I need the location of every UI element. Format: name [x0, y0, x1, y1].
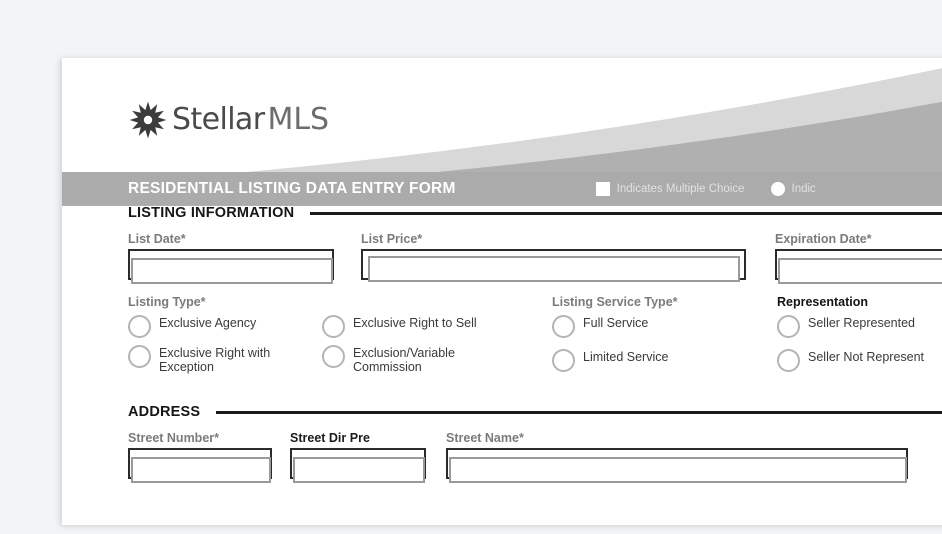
- legend-label: Indic: [791, 182, 816, 195]
- radio-label: Exclusive Right to Sell: [353, 316, 477, 330]
- legend: Indicates Multiple Choice Indic: [595, 181, 842, 196]
- circle-swatch-icon: [770, 181, 785, 196]
- choice-group-listing-service-type: Listing Service Type* Full Service Limit…: [552, 295, 777, 380]
- radio-option-exclusive-right-with-exception[interactable]: Exclusive Right with Exception: [128, 344, 322, 374]
- list-date-input[interactable]: [128, 249, 334, 284]
- radio-option-limited-service[interactable]: Limited Service: [552, 348, 777, 372]
- radio-icon[interactable]: [322, 345, 345, 368]
- field-expiration-date: Expiration Date*: [775, 232, 942, 284]
- brand-name-primary: Stellar: [172, 102, 265, 137]
- radio-option-exclusion-variable-commission[interactable]: Exclusion/Variable Commission: [322, 344, 552, 374]
- section-divider: [216, 410, 942, 414]
- starburst-icon: [129, 101, 167, 139]
- radio-option-full-service[interactable]: Full Service: [552, 314, 777, 338]
- radio-icon[interactable]: [552, 315, 575, 338]
- brand-wordmark: Stellar MLS: [172, 105, 329, 135]
- field-street-name: Street Name*: [446, 431, 908, 483]
- radio-label: Full Service: [583, 316, 649, 330]
- choice-group-title: Listing Service Type*: [552, 295, 678, 309]
- form-page-sheet: Stellar MLS RESIDENTIAL LISTING DATA ENTR…: [62, 58, 942, 525]
- page-title: RESIDENTIAL LISTING DATA ENTRY FORM: [128, 179, 456, 197]
- field-label: List Date*: [128, 232, 186, 246]
- radio-label: Seller Represented: [808, 316, 916, 330]
- address-field-row: Street Number* Street Dir Pre Street Nam…: [128, 431, 942, 483]
- representation-column: Seller Represented Seller Not Represent: [777, 314, 924, 372]
- street-dir-pre-input[interactable]: [290, 448, 426, 483]
- legend-item-single-choice: Indic: [770, 181, 816, 196]
- field-list-date: List Date*: [128, 232, 334, 284]
- form-body: LISTING INFORMATION List Date* List Pric…: [62, 205, 942, 483]
- field-label: Street Number*: [128, 431, 219, 445]
- section-heading-row: ADDRESS: [128, 404, 942, 420]
- radio-icon[interactable]: [552, 349, 575, 372]
- section-address: ADDRESS Street Number* Street Dir Pre St…: [62, 404, 942, 483]
- radio-icon[interactable]: [128, 345, 151, 368]
- radio-label: Limited Service: [583, 350, 669, 364]
- field-label: Street Name*: [446, 431, 524, 445]
- expiration-date-input[interactable]: [775, 249, 942, 284]
- section-heading-row: LISTING INFORMATION: [128, 205, 942, 221]
- radio-icon[interactable]: [128, 315, 151, 338]
- street-number-input[interactable]: [128, 448, 272, 483]
- listing-service-type-column: Full Service Limited Service: [552, 314, 777, 372]
- radio-option-seller-represented[interactable]: Seller Represented: [777, 314, 924, 338]
- listing-type-column-2: Exclusive Right to Sell Exclusion/Variab…: [322, 314, 552, 380]
- form-title-bar: RESIDENTIAL LISTING DATA ENTRY FORM Indi…: [62, 172, 942, 205]
- field-label: List Price*: [361, 232, 423, 246]
- radio-option-seller-not-represented[interactable]: Seller Not Represent: [777, 348, 924, 372]
- field-street-number: Street Number*: [128, 431, 272, 483]
- brand-logo: Stellar MLS: [128, 100, 329, 140]
- radio-label: Seller Not Represent: [808, 350, 925, 364]
- choice-group-representation: Representation Seller Represented Seller…: [777, 295, 924, 380]
- field-label: Street Dir Pre: [290, 431, 370, 445]
- section-listing-information: LISTING INFORMATION List Date* List Pric…: [62, 205, 942, 380]
- radio-icon[interactable]: [777, 315, 800, 338]
- field-list-price: List Price*: [361, 232, 746, 282]
- listing-info-field-row: List Date* List Price* Expiration Date*: [128, 232, 942, 284]
- brand-name-secondary: MLS: [267, 102, 330, 137]
- radio-label: Exclusive Right with Exception: [159, 346, 271, 374]
- radio-icon[interactable]: [777, 349, 800, 372]
- choice-group-listing-type: Listing Type* Exclusive Agency Exclusive…: [128, 295, 552, 380]
- listing-info-choice-row: Listing Type* Exclusive Agency Exclusive…: [128, 295, 942, 380]
- field-label: Expiration Date*: [775, 232, 872, 246]
- radio-label: Exclusive Agency: [159, 316, 257, 330]
- street-name-input[interactable]: [446, 448, 908, 483]
- field-street-dir-pre: Street Dir Pre: [290, 431, 426, 483]
- list-price-input[interactable]: [361, 249, 746, 282]
- listing-type-column-1: Exclusive Agency Exclusive Right with Ex…: [128, 314, 322, 380]
- radio-icon[interactable]: [322, 315, 345, 338]
- radio-label: Exclusion/Variable Commission: [353, 346, 455, 374]
- square-swatch-icon: [595, 181, 610, 196]
- section-title: LISTING INFORMATION: [128, 205, 295, 221]
- choice-group-title: Listing Type*: [128, 295, 206, 309]
- choice-group-title: Representation: [777, 295, 868, 309]
- section-title: ADDRESS: [128, 404, 201, 420]
- section-divider: [310, 211, 942, 215]
- legend-item-multiple-choice: Indicates Multiple Choice: [595, 181, 745, 196]
- radio-option-exclusive-right-to-sell[interactable]: Exclusive Right to Sell: [322, 314, 552, 338]
- legend-label: Indicates Multiple Choice: [616, 182, 745, 195]
- radio-option-exclusive-agency[interactable]: Exclusive Agency: [128, 314, 322, 338]
